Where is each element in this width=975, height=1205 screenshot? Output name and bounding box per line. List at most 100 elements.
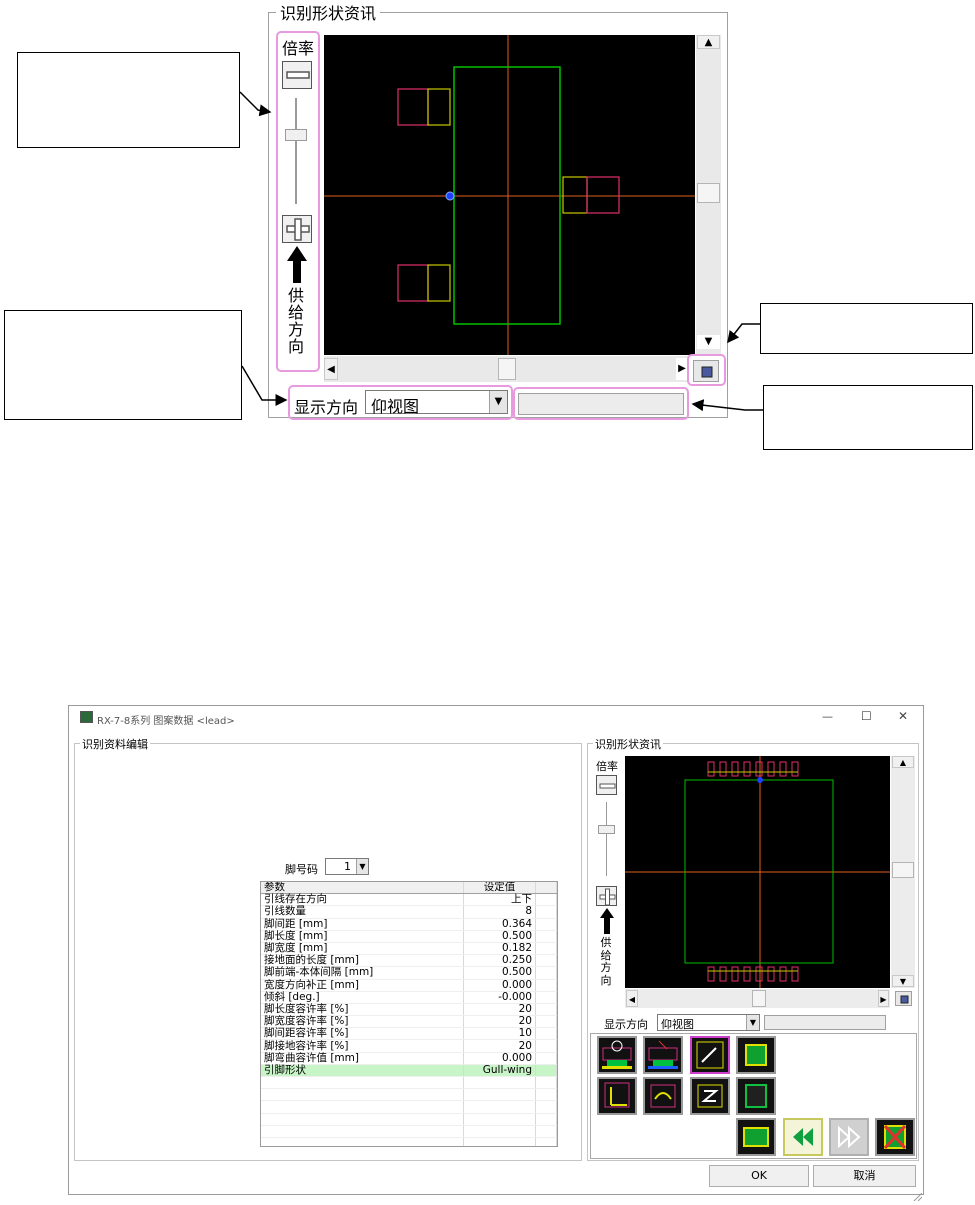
filler-cell <box>535 1088 557 1102</box>
small-shape-drawing <box>625 756 890 988</box>
filler-cell <box>535 1003 557 1017</box>
parameter-value-cell[interactable]: 20 <box>463 1015 536 1029</box>
filler-cell <box>535 905 557 919</box>
table-row[interactable]: 引脚形状 Gull-wing <box>261 1064 557 1078</box>
tool-button-9[interactable] <box>736 1118 776 1156</box>
parameter-value-cell[interactable]: 0.000 <box>463 1052 536 1065</box>
tool-button-7[interactable] <box>690 1077 730 1115</box>
small-scroll-up-button[interactable]: ▲ <box>892 756 914 768</box>
small-view-direction-select[interactable]: 仰视图 ▼ <box>657 1014 760 1031</box>
parameter-name-cell <box>261 1100 464 1114</box>
small-zoom-slider[interactable] <box>606 802 607 876</box>
table-row[interactable]: 脚接地容许率 [%] 20 <box>261 1039 557 1053</box>
delete-button[interactable] <box>875 1118 915 1156</box>
table-row[interactable]: 脚间距 [mm] 0.364 <box>261 918 557 931</box>
parameter-value-cell[interactable]: 0.182 <box>463 942 536 956</box>
small-scroll-right-button[interactable]: ▶ <box>878 990 889 1007</box>
small-corner-button[interactable] <box>895 991 912 1006</box>
lead-direction-icon <box>604 1082 630 1108</box>
parameter-value-cell[interactable]: 8 <box>463 905 536 919</box>
parameter-value-cell[interactable]: 上下 <box>463 893 536 907</box>
small-zoom-in-button[interactable] <box>596 886 617 906</box>
small-zoom-out-button[interactable] <box>596 775 617 795</box>
parameter-value-cell[interactable]: 20 <box>463 1039 536 1053</box>
parameter-value-cell[interactable]: 0.000 <box>463 979 536 992</box>
filler-cell <box>535 1113 557 1126</box>
parameter-value-cell[interactable]: 0.500 <box>463 966 536 980</box>
small-vertical-thumb[interactable] <box>892 862 914 878</box>
empty-table-row[interactable] <box>261 1100 557 1114</box>
small-scroll-down-button[interactable]: ▼ <box>892 975 914 987</box>
parameter-value-cell[interactable]: 20 <box>463 1003 536 1017</box>
filler-cell <box>535 893 557 907</box>
table-row[interactable]: 接地面的长度 [mm] 0.250 <box>261 954 557 968</box>
table-row[interactable]: 倾斜 [deg.] -0.000 <box>261 991 557 1004</box>
table-row[interactable]: 脚前端-本体间隔 [mm] 0.500 <box>261 966 557 980</box>
maximize-button[interactable]: ☐ <box>861 709 872 723</box>
empty-table-row[interactable] <box>261 1125 557 1138</box>
resize-grip-icon[interactable] <box>912 1186 923 1202</box>
table-row[interactable]: 脚间距容许率 [%] 10 <box>261 1027 557 1041</box>
parameter-value-cell[interactable] <box>463 1100 536 1114</box>
table-header-row: 参数 设定值 <box>261 882 557 895</box>
header-parameter[interactable]: 参数 <box>261 882 464 895</box>
parameter-value-cell[interactable]: Gull-wing <box>463 1064 536 1078</box>
tool-button-4[interactable] <box>736 1036 776 1074</box>
small-horizontal-thumb[interactable] <box>752 990 766 1007</box>
empty-table-row[interactable] <box>261 1076 557 1090</box>
previous-button[interactable] <box>783 1118 823 1156</box>
parameter-name-cell: 脚弯曲容许值 [mm] <box>261 1052 464 1065</box>
pin-no-select[interactable]: 1 ▼ <box>325 858 369 875</box>
filler-cell <box>535 1064 557 1078</box>
table-row[interactable]: 引线数量 8 <box>261 905 557 919</box>
parameter-value-cell[interactable]: 0.364 <box>463 918 536 931</box>
tool-button-3-selected[interactable] <box>690 1036 730 1074</box>
parameter-value-cell[interactable] <box>463 1113 536 1126</box>
empty-table-row[interactable] <box>261 1113 557 1126</box>
empty-table-row[interactable] <box>261 1137 557 1146</box>
tool-button-8[interactable] <box>736 1077 776 1115</box>
parameter-value-cell[interactable]: -0.000 <box>463 991 536 1004</box>
parameter-table[interactable]: 参数 设定值 引线存在方向 上下 引线数量 8 脚间距 [mm] 0.364 脚长度 [mm… <box>260 881 558 1147</box>
pin-no-dropdown-icon[interactable]: ▼ <box>356 859 368 874</box>
small-shape-preview-canvas[interactable] <box>625 756 890 988</box>
header-value[interactable]: 设定值 <box>463 882 536 895</box>
table-row[interactable]: 脚长度 [mm] 0.500 <box>261 930 557 943</box>
table-row[interactable]: 脚宽度容许率 [%] 20 <box>261 1015 557 1029</box>
parameter-value-cell[interactable] <box>463 1125 536 1138</box>
small-scroll-left-button[interactable]: ◀ <box>626 990 638 1007</box>
parameter-value-cell[interactable]: 0.500 <box>463 930 536 943</box>
chevron-down-icon[interactable]: ▼ <box>746 1015 759 1030</box>
tool-button-5[interactable] <box>597 1077 637 1115</box>
filler-cell <box>535 1027 557 1041</box>
filler-cell <box>535 1100 557 1114</box>
small-zoom-slider-thumb[interactable] <box>598 825 615 834</box>
window-title: RX-7-8系列 图案数据 <lead> <box>97 716 235 727</box>
rotate-icon <box>650 1084 676 1108</box>
table-row[interactable]: 脚弯曲容许值 [mm] 0.000 <box>261 1052 557 1065</box>
parameter-value-cell[interactable]: 10 <box>463 1027 536 1041</box>
empty-table-row[interactable] <box>261 1088 557 1102</box>
tool-button-2[interactable] <box>643 1036 683 1074</box>
filler-cell <box>535 979 557 992</box>
tool-button-1[interactable] <box>597 1036 637 1074</box>
lead-measure-icon <box>696 1041 724 1069</box>
parameter-name-cell: 脚宽度 [mm] <box>261 942 464 956</box>
parameter-name-cell: 引脚形状 <box>261 1064 464 1078</box>
ok-button[interactable]: OK <box>709 1165 809 1187</box>
cancel-button[interactable]: 取消 <box>813 1165 916 1187</box>
parameter-value-cell[interactable] <box>463 1076 536 1090</box>
table-row[interactable]: 脚宽度 [mm] 0.182 <box>261 942 557 956</box>
minimize-button[interactable]: — <box>822 710 833 723</box>
fast-forward-icon <box>838 1125 861 1149</box>
close-button[interactable]: ✕ <box>898 709 908 723</box>
table-row[interactable]: 脚长度容许率 [%] 20 <box>261 1003 557 1017</box>
parameter-value-cell[interactable]: 0.250 <box>463 954 536 968</box>
tool-button-6[interactable] <box>643 1077 683 1115</box>
chip-icon <box>745 1044 767 1066</box>
next-button[interactable] <box>829 1118 869 1156</box>
parameter-value-cell[interactable] <box>463 1088 536 1102</box>
parameter-value-cell[interactable] <box>463 1137 536 1146</box>
parameter-name-cell <box>261 1137 464 1146</box>
table-row[interactable]: 宽度方向补正 [mm] 0.000 <box>261 979 557 992</box>
